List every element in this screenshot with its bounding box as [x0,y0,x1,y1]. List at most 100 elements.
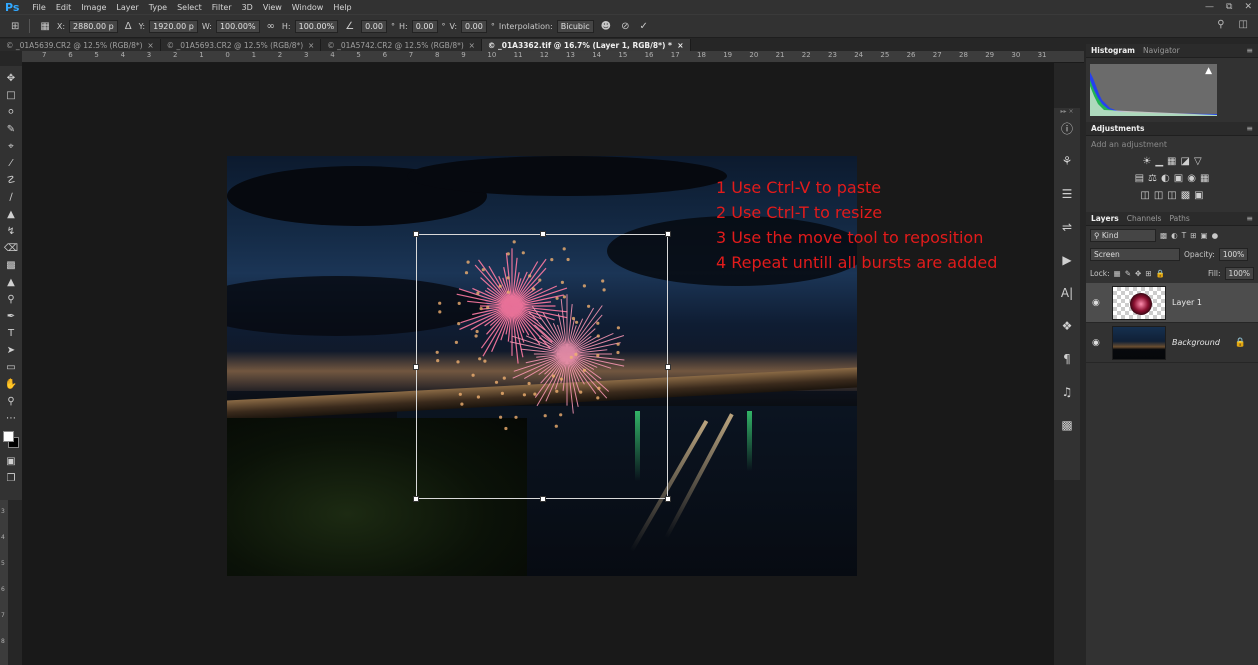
workspace-icon[interactable]: ◫ [1239,19,1248,30]
healing-brush-icon[interactable]: ☡ [2,172,20,189]
transform-handle-right[interactable] [665,364,671,370]
gradient-tool-icon[interactable]: ▩ [2,257,20,274]
filter-toggle-icon[interactable]: ● [1212,231,1219,240]
x-field[interactable]: 2880.00 p [69,19,118,33]
blend-mode-select[interactable]: Screen [1090,248,1180,261]
layer-row[interactable]: ◉ Background 🔒 [1086,323,1258,363]
transform-handle-bottom[interactable] [540,496,546,502]
black-white-icon[interactable]: ◐ [1161,173,1170,184]
lock-transparent-icon[interactable]: ▦ [1114,269,1121,278]
posterize-icon[interactable]: ◫ [1154,190,1163,201]
type-filter-icon[interactable]: T [1182,231,1187,240]
height-field[interactable]: 100.00% [294,19,339,33]
menu-3d[interactable]: 3D [237,3,258,12]
vertical-ruler[interactable]: 3 4 5 6 7 8 [0,500,8,665]
photo-filter-icon[interactable]: ▣ [1174,173,1183,184]
layer-row[interactable]: ◉ Layer 1 [1086,283,1258,323]
pen-tool-icon[interactable]: ✒ [2,308,20,325]
y-field[interactable]: 1920.00 p [149,19,198,33]
restore-icon[interactable]: ⧉ [1226,2,1232,12]
interpolation-select[interactable]: Bicubic [556,19,594,33]
lasso-tool-icon[interactable]: ⚪ [2,104,20,121]
channel-mixer-icon[interactable]: ◉ [1187,173,1196,184]
curves-icon[interactable]: ▦ [1167,156,1176,167]
tab-document-4[interactable]: © _01A3362.tif @ 16.7% (Layer 1, RGB/8*)… [481,39,691,51]
selective-color-icon[interactable]: ▣ [1194,190,1203,201]
fill-field[interactable]: 100% [1224,267,1254,280]
vskew-field[interactable]: 0.00 [461,19,487,33]
path-select-icon[interactable]: ➤ [2,342,20,359]
foreground-color-swatch[interactable] [3,431,14,442]
quick-mask-icon[interactable]: ▣ [2,453,20,470]
more-tools-icon[interactable]: ⋯ [2,410,20,427]
panel-menu-icon[interactable]: ≡ [1246,214,1253,223]
width-field[interactable]: 100.00% [215,19,260,33]
panel-strip-header[interactable]: ▸▸ × [1054,108,1080,116]
clone-stamp-icon[interactable]: ▲ [2,206,20,223]
exposure-icon[interactable]: ◪ [1180,156,1189,167]
lock-artboard-icon[interactable]: ⊞ [1145,269,1151,278]
menu-help[interactable]: Help [328,3,356,12]
transform-handle-bottom-right[interactable] [665,496,671,502]
tab-document-3[interactable]: © _01A5742.CR2 @ 12.5% (RGB/8*) × [321,39,482,51]
lock-image-icon[interactable]: ✎ [1125,269,1131,278]
layer-thumbnail[interactable] [1112,325,1166,360]
eraser-tool-icon[interactable]: ⌫ [2,240,20,257]
tab-document-1[interactable]: © _01A5639.CR2 @ 12.5% (RGB/8*) × [0,39,161,51]
brightness-contrast-icon[interactable]: ☀ [1142,156,1151,167]
tab-layers[interactable]: Layers [1091,214,1119,223]
zoom-tool-icon[interactable]: ⚲ [2,393,20,410]
menu-select[interactable]: Select [172,3,207,12]
warp-icon[interactable]: ☻ [598,21,614,32]
hand-tool-icon[interactable]: ✋ [2,376,20,393]
transform-handle-left[interactable] [413,364,419,370]
tab-channels[interactable]: Channels [1127,214,1162,223]
menu-view[interactable]: View [258,3,287,12]
crop-tool-icon[interactable]: ⌖ [2,138,20,155]
timeline-panel-icon[interactable]: ▩ [1056,413,1078,437]
smart-object-filter-icon[interactable]: ▣ [1201,231,1208,240]
move-tool-icon[interactable]: ✥ [2,70,20,87]
canvas-area[interactable]: 1 Use Ctrl-V to paste 2 Use Ctrl-T to re… [22,63,1054,665]
glyphs-panel-icon[interactable]: ♫ [1056,380,1078,404]
threshold-icon[interactable]: ◫ [1167,190,1176,201]
screen-mode-icon[interactable]: ❐ [2,470,20,487]
horizontal-ruler[interactable]: 7 6 5 4 3 2 1 0 1 2 3 4 5 6 7 8 9 10 11 12 13 14 15 16 17 18 19 20 2… [22,51,1084,63]
commit-transform-icon[interactable]: ✓ [636,21,650,32]
color-balance-icon[interactable]: ⚖ [1148,173,1157,184]
visibility-eye-icon[interactable]: ◉ [1092,338,1106,348]
sliders-panel-icon[interactable]: ⇌ [1056,215,1078,239]
shape-filter-icon[interactable]: ⊞ [1190,231,1196,240]
menu-layer[interactable]: Layer [111,3,143,12]
minimize-icon[interactable]: — [1205,2,1214,12]
marquee-tool-icon[interactable]: □ [2,87,20,104]
invert-icon[interactable]: ◫ [1140,190,1149,201]
type-tool-icon[interactable]: T [2,325,20,342]
hue-saturation-icon[interactable]: ▤ [1135,173,1144,184]
tab-paths[interactable]: Paths [1169,214,1189,223]
history-brush-icon[interactable]: ↯ [2,223,20,240]
transform-tool-icon[interactable]: ⊞ [8,21,22,32]
tab-adjustments[interactable]: Adjustments [1091,124,1144,133]
lock-position-icon[interactable]: ✥ [1135,269,1141,278]
quick-select-tool-icon[interactable]: ✎ [2,121,20,138]
layer-thumbnail[interactable] [1112,285,1166,320]
menu-image[interactable]: Image [76,3,111,12]
free-transform-box[interactable] [413,231,671,502]
angle-field[interactable]: 0.00 [361,19,387,33]
levels-icon[interactable]: ▁ [1155,156,1163,167]
dodge-tool-icon[interactable]: ⚲ [2,291,20,308]
libraries-panel-icon[interactable]: ❖ [1056,314,1078,338]
info-panel-icon[interactable]: ⓘ [1056,116,1078,140]
tab-histogram[interactable]: Histogram [1091,46,1135,55]
eyedropper-tool-icon[interactable]: ⁄ [2,155,20,172]
transform-handle-bottom-left[interactable] [413,496,419,502]
tab-navigator[interactable]: Navigator [1143,46,1180,55]
vibrance-icon[interactable]: ▽ [1194,156,1202,167]
visibility-eye-icon[interactable]: ◉ [1092,298,1106,308]
delta-icon[interactable]: Δ [122,21,135,32]
actions-panel-icon[interactable]: ▶ [1056,248,1078,272]
menu-file[interactable]: File [27,3,50,12]
brush-presets-icon[interactable]: ⚘ [1056,149,1078,173]
pixel-filter-icon[interactable]: ▩ [1160,231,1167,240]
